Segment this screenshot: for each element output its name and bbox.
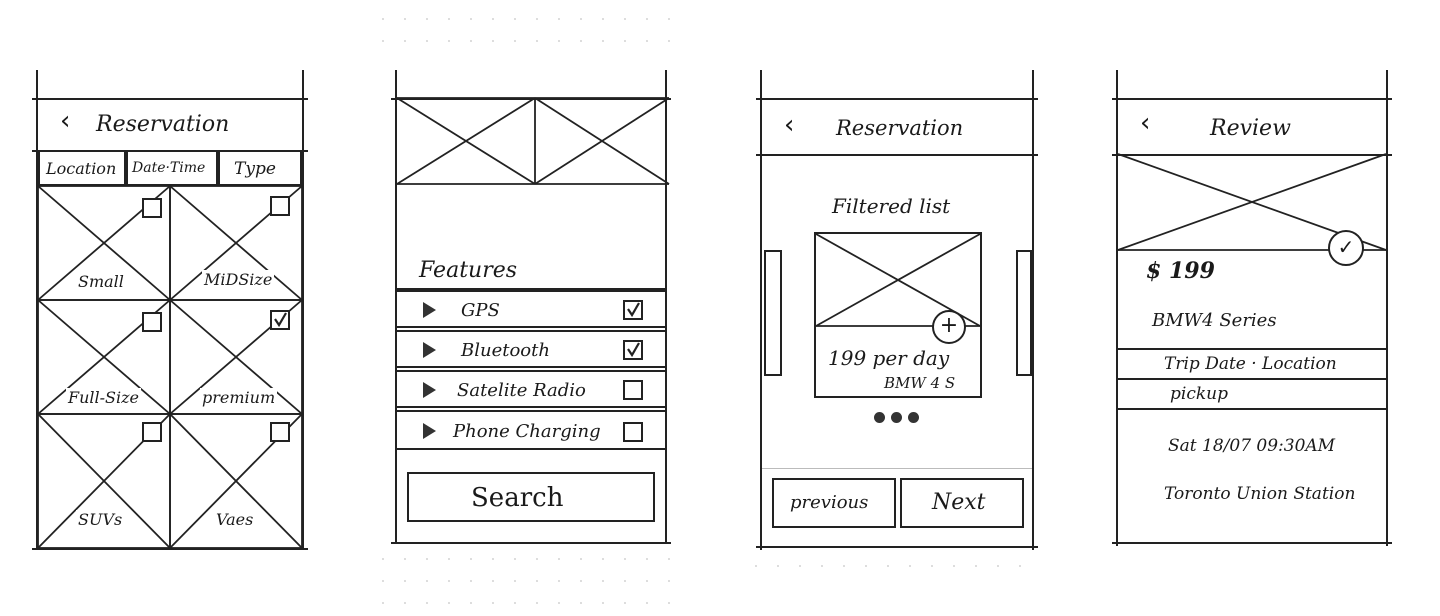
pager-dot[interactable]	[891, 412, 902, 423]
category-label-small: Small	[76, 272, 126, 291]
full-size-checkbox[interactable]	[142, 312, 162, 332]
carousel-prev-card[interactable]	[764, 250, 782, 376]
header-divider	[756, 154, 1038, 156]
footer-line	[391, 542, 671, 544]
page-title: Reservation	[96, 112, 230, 137]
category-label-premium: premium	[200, 388, 278, 407]
carousel-next-card[interactable]	[1016, 250, 1032, 376]
status-bar-line	[756, 98, 1038, 100]
footer-line	[756, 546, 1038, 548]
section-divider	[1118, 408, 1386, 410]
play-icon	[423, 302, 436, 318]
filtered-list-title: Filtered list	[832, 194, 951, 218]
feature-row-satelite-radio[interactable]: Satelite Radio	[397, 370, 665, 408]
category-label-suvs: SUVs	[76, 510, 125, 529]
search-button-label: Search	[471, 483, 564, 513]
page-title: Reservation	[836, 116, 964, 140]
tab-label: Date·Time	[132, 160, 206, 176]
separator	[762, 468, 1032, 469]
screen-reservation-types: ‹ Reservation Location Date·Time Type Sm…	[32, 70, 308, 550]
screen-filtered-list: ‹ Reservation Filtered list 199 per day …	[756, 70, 1038, 550]
chevron-left-icon[interactable]: ‹	[60, 106, 70, 136]
section-divider	[1118, 348, 1386, 350]
screen-features: Features GPS Bluetooth Satelite Radio Ph…	[391, 70, 671, 544]
screen-review: ‹ Review ✓ $ 199 BMW4 Series Trip Date ·…	[1112, 70, 1392, 546]
feature-row-phone-charging[interactable]: Phone Charging	[397, 410, 665, 450]
bluetooth-checkbox[interactable]	[623, 340, 643, 360]
chevron-left-icon[interactable]: ‹	[784, 110, 794, 140]
play-icon	[423, 423, 436, 439]
trip-section-label: Trip Date · Location	[1164, 354, 1337, 374]
footer-line	[1112, 542, 1392, 544]
feature-label: GPS	[461, 300, 500, 321]
satelite-radio-checkbox[interactable]	[623, 380, 643, 400]
previous-button-label: previous	[790, 492, 869, 513]
tab-label: Location	[46, 159, 117, 178]
feature-label: Bluetooth	[461, 340, 550, 361]
category-label-midsize: MiDSize	[202, 270, 275, 289]
previous-button[interactable]: previous	[772, 478, 896, 528]
pickup-location: Toronto Union Station	[1164, 484, 1356, 504]
review-price: $ 199	[1146, 258, 1215, 284]
phone-charging-checkbox[interactable]	[623, 422, 643, 442]
small-checkbox[interactable]	[142, 198, 162, 218]
category-label-full-size: Full-Size	[66, 388, 142, 407]
play-icon	[423, 382, 436, 398]
page-title: Review	[1210, 116, 1291, 141]
search-button[interactable]: Search	[407, 472, 655, 522]
status-bar-line	[32, 98, 308, 100]
feature-label: Satelite Radio	[457, 380, 586, 401]
tab-type[interactable]: Type	[218, 150, 302, 186]
gps-checkbox[interactable]	[623, 300, 643, 320]
feature-row-bluetooth[interactable]: Bluetooth	[397, 330, 665, 368]
category-grid-placeholders	[37, 185, 303, 549]
feature-label: Phone Charging	[453, 421, 601, 442]
midsize-checkbox[interactable]	[270, 196, 290, 216]
features-title: Features	[419, 258, 518, 283]
pager-dot[interactable]	[908, 412, 919, 423]
next-button[interactable]: Next	[900, 478, 1024, 528]
play-icon	[423, 342, 436, 358]
section-divider	[1118, 378, 1386, 380]
check-circle-icon[interactable]: ✓	[1328, 230, 1364, 266]
hero-image-placeholder	[396, 97, 670, 185]
vans-checkbox[interactable]	[270, 422, 290, 442]
category-label-vans: Vaes	[214, 510, 256, 529]
pager-dot[interactable]	[874, 412, 885, 423]
tab-date-time[interactable]: Date·Time	[126, 150, 218, 186]
pickup-label: pickup	[1170, 384, 1228, 404]
pickup-datetime: Sat 18/07 09:30AM	[1168, 436, 1336, 456]
tab-label: Type	[234, 159, 276, 179]
status-bar-line	[1112, 98, 1392, 100]
car-price: 199 per day	[828, 346, 950, 370]
suvs-checkbox[interactable]	[142, 422, 162, 442]
plus-circle-icon[interactable]: +	[932, 310, 966, 344]
next-button-label: Next	[932, 490, 986, 515]
chevron-left-icon[interactable]: ‹	[1140, 108, 1150, 138]
car-model: BMW 4 S	[884, 374, 956, 392]
premium-checkbox[interactable]	[270, 310, 290, 330]
review-model: BMW4 Series	[1152, 310, 1277, 331]
feature-row-gps[interactable]: GPS	[397, 290, 665, 328]
tab-location[interactable]: Location	[38, 150, 126, 186]
